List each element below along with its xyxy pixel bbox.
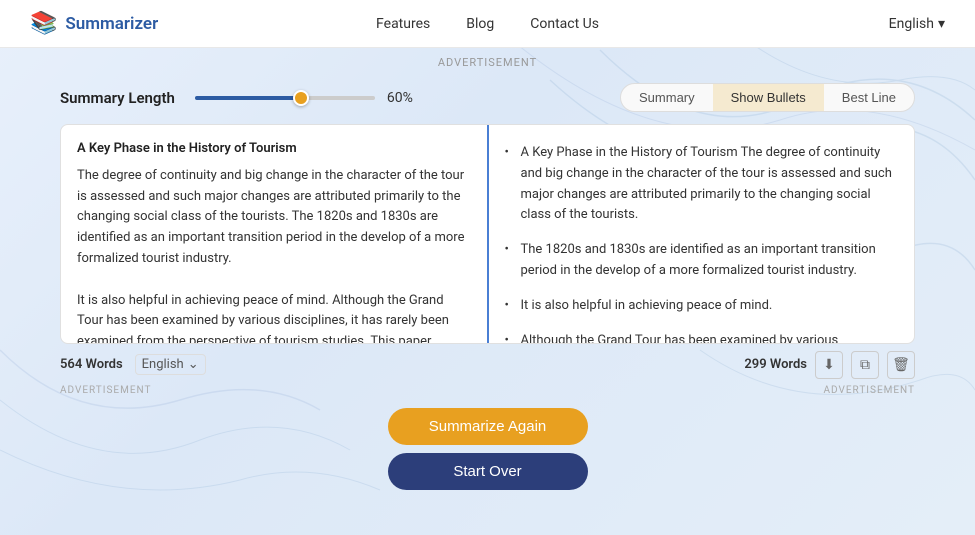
length-slider[interactable] [195,96,375,100]
language-arrow-icon: ▾ [938,16,945,32]
bullet-item: Although the Grand Tour has been examine… [505,327,899,343]
summary-word-count: 299 Words [744,357,807,372]
source-language-select[interactable]: English ⌄ [135,354,206,375]
left-footer: 564 Words English ⌄ [60,348,488,381]
download-button[interactable]: ⬇ [815,351,843,379]
summary-text-panel: A Key Phase in the History of Tourism Th… [489,125,915,343]
language-selector[interactable]: English ▾ [889,16,945,32]
delete-icon: 🗑 [892,356,910,373]
ad-banner-top: ADVERTISEMENT [0,48,975,73]
source-lang-label: English [142,357,184,372]
slider-percent: 60% [387,90,423,106]
ad-label-right: ADVERTISEMENT [824,383,915,398]
source-text: The degree of continuity and big change … [77,166,471,343]
footer-ads: ADVERTISEMENT ADVERTISEMENT [60,381,915,400]
bullet-item: A Key Phase in the History of Tourism Th… [505,139,899,230]
nav-blog[interactable]: Blog [466,16,494,32]
bullet-list: A Key Phase in the History of Tourism Th… [505,139,899,343]
source-word-count: 564 Words [60,357,123,372]
download-icon: ⬇ [823,356,835,373]
controls-bar: Summary Length 60% Summary Show Bullets … [60,83,915,112]
ad-label-left: ADVERTISEMENT [60,383,151,398]
copy-button[interactable]: ⧉ [851,351,879,379]
tab-bestline[interactable]: Best Line [824,84,914,111]
mode-tabs: Summary Show Bullets Best Line [620,83,915,112]
nav-contact[interactable]: Contact Us [530,16,599,32]
bullet-item: The 1820s and 1830s are identified as an… [505,236,899,286]
tab-summary[interactable]: Summary [621,84,713,111]
bullet-item: It is also helpful in achieving peace of… [505,292,899,321]
summarize-again-button[interactable]: Summarize Again [388,408,588,445]
action-buttons: Summarize Again Start Over [60,408,915,490]
logo-icon: 📚 [30,11,57,36]
source-text-panel: A Key Phase in the History of Tourism Th… [61,125,489,343]
tab-bullets[interactable]: Show Bullets [713,84,824,111]
header: 📚 Summarizer Features Blog Contact Us En… [0,0,975,48]
panel-footer: 564 Words English ⌄ 299 Words ⬇ ⧉ 🗑 [60,348,915,381]
main-content: Summary Length 60% Summary Show Bullets … [0,73,975,500]
source-title: A Key Phase in the History of Tourism [77,139,471,160]
nav-links: Features Blog Contact Us [376,16,599,32]
logo-area: 📚 Summarizer [30,11,158,36]
summary-length-label: Summary Length [60,89,175,107]
nav-features[interactable]: Features [376,16,430,32]
language-label: English [889,16,934,32]
text-panels: A Key Phase in the History of Tourism Th… [60,124,915,344]
slider-container: 60% [195,90,600,106]
start-over-button[interactable]: Start Over [388,453,588,490]
copy-icon: ⧉ [860,356,870,373]
right-footer: 299 Words ⬇ ⧉ 🗑 [488,351,916,379]
source-lang-arrow-icon: ⌄ [188,357,199,372]
delete-button[interactable]: 🗑 [887,351,915,379]
logo-text: Summarizer [65,14,158,34]
